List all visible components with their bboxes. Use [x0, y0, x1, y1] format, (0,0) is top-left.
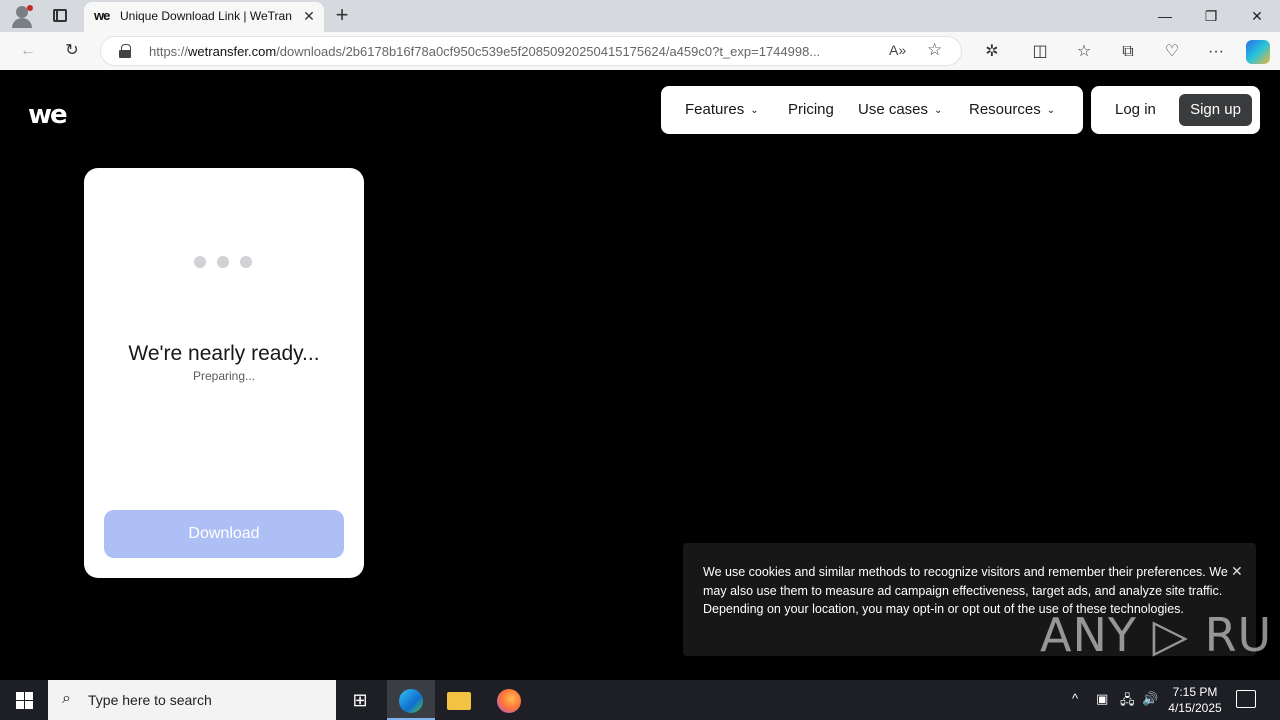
browser-essentials-icon[interactable]: ♡ — [1160, 40, 1184, 64]
tab-title: Unique Download Link | WeTransfer — [120, 9, 292, 23]
download-card: We're nearly ready... Preparing... Downl… — [84, 168, 364, 578]
lock-icon[interactable] — [119, 44, 131, 58]
windows-taskbar: ⌕ Type here to search ⊞ ^ ▣ 🖧 🔊 7:15 PM … — [0, 680, 1280, 720]
cookie-close-icon[interactable]: ✕ — [1231, 563, 1243, 580]
notification-dot — [27, 5, 33, 11]
windows-start-icon[interactable] — [0, 680, 48, 720]
taskbar-search[interactable]: ⌕ Type here to search — [48, 680, 336, 720]
nav-pricing[interactable]: Pricing — [788, 101, 834, 118]
collections-icon[interactable]: ⧉ — [1116, 40, 1140, 64]
wetransfer-favicon-icon: we — [94, 8, 110, 23]
clock-date: 4/15/2025 — [1168, 701, 1222, 715]
auth-panel: Log in Sign up — [1091, 86, 1260, 134]
page-viewport: we Features ⌄ Pricing Use cases ⌄ Resource… — [4, 70, 1276, 676]
browser-tab-bar: we Unique Download Link | WeTransfer ✕ +… — [0, 0, 1280, 32]
loading-dots-icon — [194, 256, 254, 268]
read-aloud-icon[interactable]: A» — [889, 42, 906, 58]
nav-resources[interactable]: Resources ⌄ — [969, 101, 1055, 118]
restore-button[interactable]: ❐ — [1188, 0, 1234, 32]
taskbar-clock[interactable]: 7:15 PM 4/15/2025 — [1162, 684, 1228, 716]
anyrun-watermark: ANY ▷ RUN — [1040, 608, 1276, 662]
more-menu-icon[interactable]: ··· — [1204, 40, 1228, 64]
signup-button[interactable]: Sign up — [1179, 94, 1252, 126]
new-tab-button[interactable]: + — [330, 4, 354, 28]
favorites-icon[interactable]: ☆ — [1072, 40, 1096, 64]
notification-center-icon[interactable] — [1236, 690, 1256, 708]
url-text[interactable]: https://wetransfer.com/downloads/2b6178b… — [149, 44, 881, 59]
search-icon: ⌕ — [62, 690, 71, 707]
download-button[interactable]: Download — [104, 510, 344, 558]
close-window-button[interactable]: ✕ — [1234, 0, 1280, 32]
main-nav: Features ⌄ Pricing Use cases ⌄ Resources ⌄ — [661, 86, 1083, 134]
firefox-taskbar-icon[interactable] — [485, 680, 533, 720]
wetransfer-logo[interactable]: we — [28, 100, 68, 130]
clock-time: 7:15 PM — [1172, 685, 1218, 699]
login-button[interactable]: Log in — [1115, 101, 1156, 118]
address-bar[interactable]: https://wetransfer.com/downloads/2b6178b… — [100, 36, 962, 66]
browser-toolbar: ← ↻ https://wetransfer.com/downloads/2b6… — [0, 32, 1280, 70]
tray-overflow-icon[interactable]: ^ — [1072, 691, 1078, 706]
tab-actions-icon[interactable] — [48, 4, 72, 28]
task-view-icon[interactable]: ⊞ — [336, 680, 384, 720]
split-screen-icon[interactable]: ◫ — [1028, 40, 1052, 64]
browser-tab[interactable]: we Unique Download Link | WeTransfer ✕ — [84, 2, 324, 32]
meet-now-icon[interactable]: ▣ — [1096, 691, 1108, 707]
edge-taskbar-icon[interactable] — [387, 680, 435, 720]
refresh-icon[interactable]: ↻ — [60, 39, 84, 63]
chevron-down-icon: ⌄ — [750, 105, 759, 116]
favorite-star-icon[interactable]: ☆ — [927, 40, 942, 60]
tab-close-icon[interactable]: ✕ — [300, 7, 318, 25]
search-placeholder: Type here to search — [88, 692, 212, 708]
nav-features[interactable]: Features ⌄ — [685, 101, 759, 118]
file-explorer-icon[interactable] — [435, 680, 483, 720]
nav-use-cases[interactable]: Use cases ⌄ — [858, 101, 942, 118]
profile-avatar-icon[interactable] — [10, 4, 34, 28]
chevron-down-icon: ⌄ — [1046, 105, 1056, 116]
chevron-down-icon: ⌄ — [934, 105, 943, 116]
card-headline: We're nearly ready... — [128, 342, 320, 365]
volume-icon[interactable]: 🔊 — [1142, 691, 1158, 707]
minimize-button[interactable]: — — [1142, 0, 1188, 32]
network-icon[interactable]: 🖧 — [1120, 691, 1135, 713]
card-status: Preparing... — [192, 369, 256, 383]
extensions-icon[interactable]: ✲ — [980, 40, 1004, 64]
back-arrow-icon[interactable]: ← — [16, 39, 40, 63]
copilot-icon[interactable] — [1246, 40, 1270, 64]
